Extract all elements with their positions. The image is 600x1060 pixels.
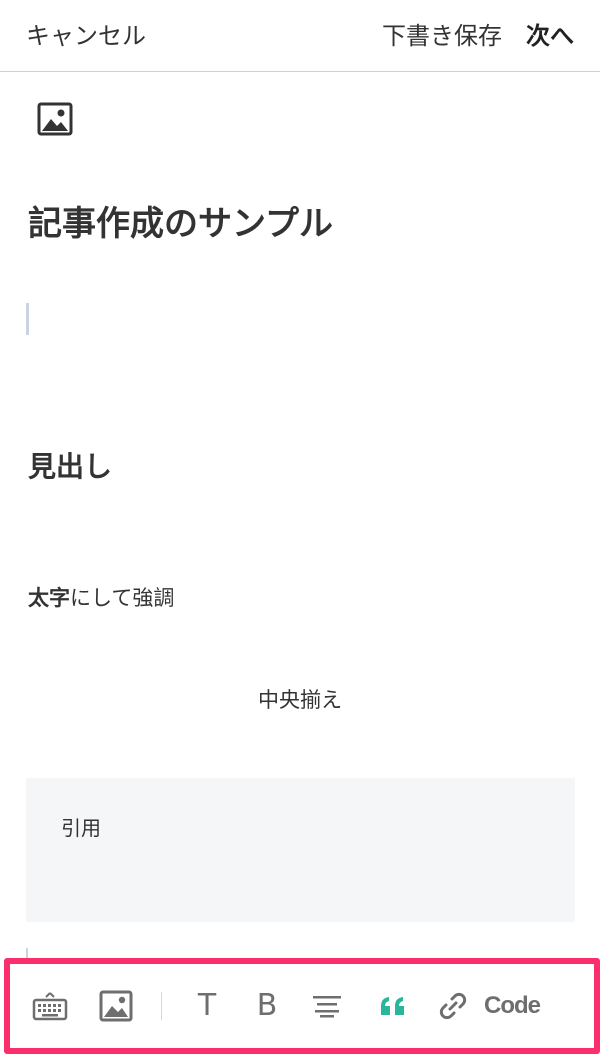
keyboard-button[interactable] [24,964,76,1048]
paragraph-text: にして強調 [70,586,175,610]
bold-text: 太字 [28,586,70,610]
next-button[interactable]: 次へ [526,20,574,52]
formatting-toolbar: T B Code [4,958,600,1054]
link-icon [439,992,467,1020]
keyboard-icon [32,992,68,1021]
insert-image-button[interactable] [90,964,142,1048]
toolbar-divider [161,992,162,1020]
code-button[interactable]: Code [484,964,541,1048]
top-bar: キャンセル 下書き保存 次へ [0,0,600,72]
image-icon [99,990,133,1022]
text-icon: T [197,988,217,1023]
bold-icon: B [256,988,278,1023]
add-cover-image-icon[interactable] [37,102,73,136]
align-center-button[interactable] [302,964,352,1048]
section-heading[interactable]: 見出し [28,447,112,487]
align-center-icon [313,996,341,1018]
quote-text: 引用 [61,816,101,840]
code-label: Code [484,992,541,1019]
article-title[interactable]: 記事作成のサンプル [28,200,333,248]
quote-button[interactable] [368,964,418,1048]
cancel-button[interactable]: キャンセル [26,20,146,52]
centered-paragraph[interactable]: 中央揃え [0,684,600,716]
bold-button[interactable]: B [242,964,292,1048]
text-style-button[interactable]: T [182,964,232,1048]
link-button[interactable] [428,964,478,1048]
quote-icon [381,997,404,1015]
paragraph[interactable]: 太字にして強調 [28,582,174,614]
quote-block[interactable]: 引用 [26,778,575,922]
save-draft-button[interactable]: 下書き保存 [382,20,502,52]
text-cursor [26,303,29,335]
